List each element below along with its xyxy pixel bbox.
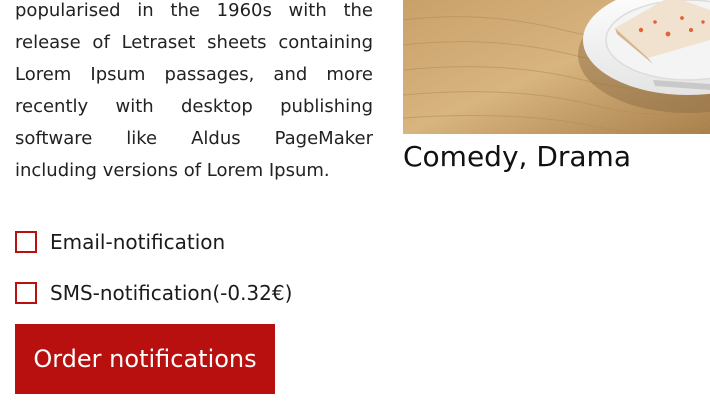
movie-genres: Comedy, Drama bbox=[403, 140, 631, 173]
email-notification-checkbox[interactable] bbox=[15, 231, 37, 253]
order-notifications-button[interactable]: Order notifications bbox=[15, 324, 275, 394]
sms-notification-checkbox[interactable] bbox=[15, 282, 37, 304]
sms-notification-option[interactable]: SMS-notification(-0.32€) bbox=[15, 280, 292, 306]
page: popularised in the 1960s with the releas… bbox=[0, 0, 710, 410]
movie-poster-image bbox=[403, 0, 710, 134]
sms-notification-label[interactable]: SMS-notification(-0.32€) bbox=[50, 281, 292, 305]
email-notification-label[interactable]: Email-notification bbox=[50, 230, 225, 254]
email-notification-option[interactable]: Email-notification bbox=[15, 229, 225, 255]
movie-description: popularised in the 1960s with the releas… bbox=[15, 0, 373, 181]
